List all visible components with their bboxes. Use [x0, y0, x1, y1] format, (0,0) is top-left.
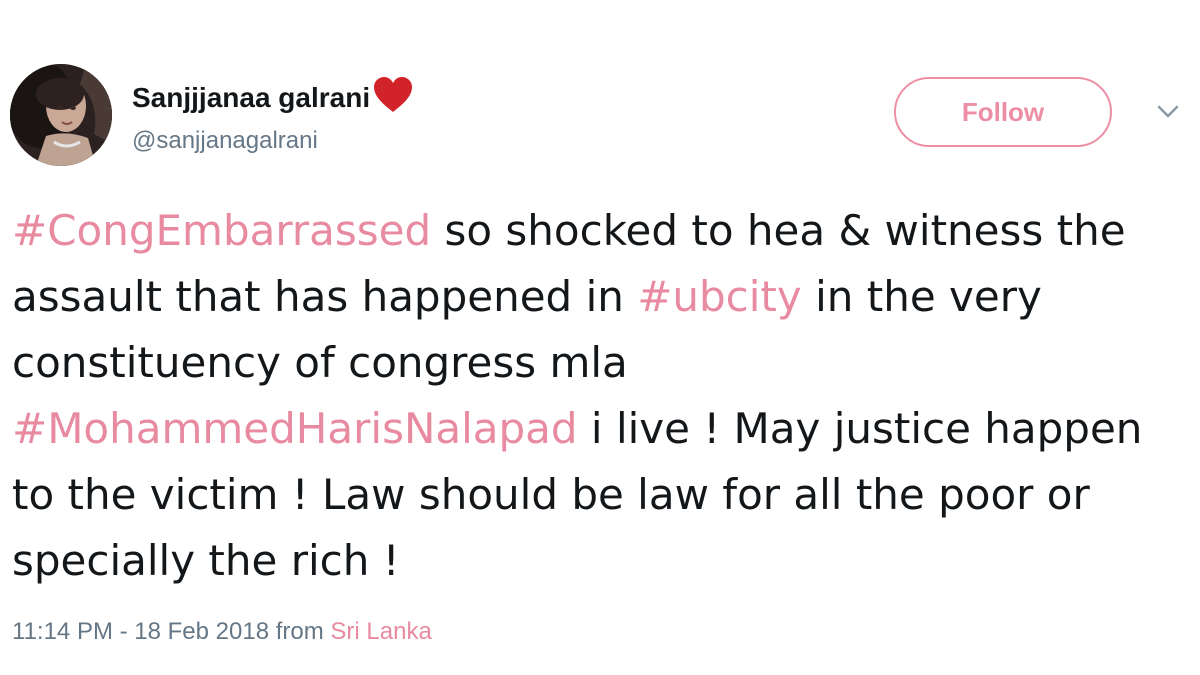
avatar[interactable]: [10, 64, 112, 166]
tweet-timestamp[interactable]: 11:14 PM - 18 Feb 2018: [12, 618, 269, 645]
tweet-meta: 11:14 PM - 18 Feb 2018 from Sri Lanka: [12, 616, 432, 648]
author-display-name[interactable]: Sanjjjanaa galrani: [132, 78, 370, 118]
avatar-image: [10, 64, 112, 166]
hashtag-link[interactable]: #ubcity: [637, 272, 802, 321]
tweet-text: #CongEmbarrassed so shocked to hea & wit…: [12, 198, 1192, 594]
author-name-row: Sanjjjanaa galrani: [132, 77, 414, 118]
from-label: from: [275, 618, 324, 645]
chevron-down-icon[interactable]: [1156, 104, 1180, 120]
hashtag-link[interactable]: #CongEmbarrassed: [12, 206, 431, 255]
heart-icon: [374, 77, 413, 112]
hashtag-link[interactable]: #MohammedHarisNalapad: [12, 404, 578, 453]
author-username[interactable]: @sanjjanagalrani: [132, 126, 318, 156]
tweet-card: Sanjjjanaa galrani @sanjjanagalrani Foll…: [0, 0, 1200, 675]
follow-button[interactable]: Follow: [894, 77, 1112, 147]
tweet-location-link[interactable]: Sri Lanka: [330, 618, 431, 645]
